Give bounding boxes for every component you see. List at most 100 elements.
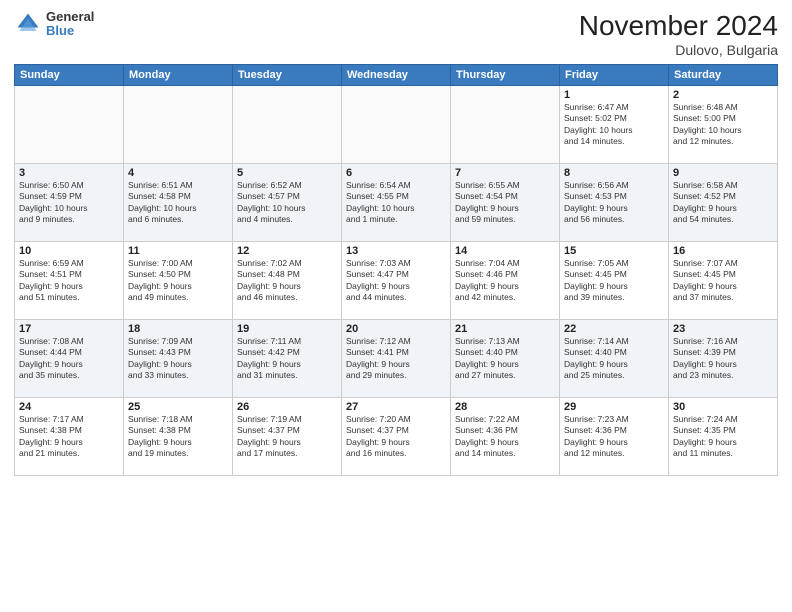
- col-sunday: Sunday: [15, 65, 124, 86]
- day-info: Sunrise: 7:08 AM Sunset: 4:44 PM Dayligh…: [19, 336, 119, 382]
- calendar: Sunday Monday Tuesday Wednesday Thursday…: [14, 64, 778, 476]
- calendar-header: Sunday Monday Tuesday Wednesday Thursday…: [15, 65, 778, 86]
- day-number: 6: [346, 167, 446, 179]
- calendar-week-3: 17Sunrise: 7:08 AM Sunset: 4:44 PM Dayli…: [15, 320, 778, 398]
- logo: General Blue: [14, 10, 94, 39]
- calendar-cell-w2-d2: 12Sunrise: 7:02 AM Sunset: 4:48 PM Dayli…: [233, 242, 342, 320]
- calendar-cell-w3-d3: 20Sunrise: 7:12 AM Sunset: 4:41 PM Dayli…: [342, 320, 451, 398]
- header: General Blue November 2024 Dulovo, Bulga…: [14, 10, 778, 58]
- calendar-cell-w0-d4: [451, 86, 560, 164]
- day-info: Sunrise: 7:20 AM Sunset: 4:37 PM Dayligh…: [346, 414, 446, 460]
- header-row: Sunday Monday Tuesday Wednesday Thursday…: [15, 65, 778, 86]
- day-number: 10: [19, 245, 119, 257]
- day-number: 4: [128, 167, 228, 179]
- day-number: 29: [564, 401, 664, 413]
- day-number: 18: [128, 323, 228, 335]
- calendar-cell-w4-d4: 28Sunrise: 7:22 AM Sunset: 4:36 PM Dayli…: [451, 398, 560, 476]
- calendar-cell-w1-d4: 7Sunrise: 6:55 AM Sunset: 4:54 PM Daylig…: [451, 164, 560, 242]
- calendar-cell-w0-d3: [342, 86, 451, 164]
- day-info: Sunrise: 7:16 AM Sunset: 4:39 PM Dayligh…: [673, 336, 773, 382]
- day-info: Sunrise: 7:11 AM Sunset: 4:42 PM Dayligh…: [237, 336, 337, 382]
- day-info: Sunrise: 7:18 AM Sunset: 4:38 PM Dayligh…: [128, 414, 228, 460]
- calendar-body: 1Sunrise: 6:47 AM Sunset: 5:02 PM Daylig…: [15, 86, 778, 476]
- location: Dulovo, Bulgaria: [579, 42, 778, 58]
- calendar-cell-w0-d1: [124, 86, 233, 164]
- calendar-cell-w3-d4: 21Sunrise: 7:13 AM Sunset: 4:40 PM Dayli…: [451, 320, 560, 398]
- day-info: Sunrise: 7:12 AM Sunset: 4:41 PM Dayligh…: [346, 336, 446, 382]
- day-number: 3: [19, 167, 119, 179]
- calendar-cell-w1-d2: 5Sunrise: 6:52 AM Sunset: 4:57 PM Daylig…: [233, 164, 342, 242]
- day-number: 22: [564, 323, 664, 335]
- day-number: 21: [455, 323, 555, 335]
- col-tuesday: Tuesday: [233, 65, 342, 86]
- calendar-cell-w4-d1: 25Sunrise: 7:18 AM Sunset: 4:38 PM Dayli…: [124, 398, 233, 476]
- day-info: Sunrise: 6:59 AM Sunset: 4:51 PM Dayligh…: [19, 258, 119, 304]
- calendar-cell-w2-d0: 10Sunrise: 6:59 AM Sunset: 4:51 PM Dayli…: [15, 242, 124, 320]
- logo-blue-text: Blue: [46, 24, 94, 38]
- calendar-cell-w1-d3: 6Sunrise: 6:54 AM Sunset: 4:55 PM Daylig…: [342, 164, 451, 242]
- day-number: 8: [564, 167, 664, 179]
- day-number: 13: [346, 245, 446, 257]
- day-info: Sunrise: 7:17 AM Sunset: 4:38 PM Dayligh…: [19, 414, 119, 460]
- calendar-cell-w2-d4: 14Sunrise: 7:04 AM Sunset: 4:46 PM Dayli…: [451, 242, 560, 320]
- calendar-cell-w0-d6: 2Sunrise: 6:48 AM Sunset: 5:00 PM Daylig…: [669, 86, 778, 164]
- day-info: Sunrise: 6:55 AM Sunset: 4:54 PM Dayligh…: [455, 180, 555, 226]
- day-number: 17: [19, 323, 119, 335]
- day-number: 7: [455, 167, 555, 179]
- calendar-cell-w1-d5: 8Sunrise: 6:56 AM Sunset: 4:53 PM Daylig…: [560, 164, 669, 242]
- day-info: Sunrise: 6:48 AM Sunset: 5:00 PM Dayligh…: [673, 102, 773, 148]
- day-info: Sunrise: 6:56 AM Sunset: 4:53 PM Dayligh…: [564, 180, 664, 226]
- calendar-cell-w3-d6: 23Sunrise: 7:16 AM Sunset: 4:39 PM Dayli…: [669, 320, 778, 398]
- day-number: 9: [673, 167, 773, 179]
- month-title: November 2024: [579, 10, 778, 42]
- calendar-week-2: 10Sunrise: 6:59 AM Sunset: 4:51 PM Dayli…: [15, 242, 778, 320]
- day-info: Sunrise: 6:54 AM Sunset: 4:55 PM Dayligh…: [346, 180, 446, 226]
- day-number: 11: [128, 245, 228, 257]
- col-thursday: Thursday: [451, 65, 560, 86]
- calendar-cell-w4-d0: 24Sunrise: 7:17 AM Sunset: 4:38 PM Dayli…: [15, 398, 124, 476]
- day-number: 24: [19, 401, 119, 413]
- calendar-cell-w0-d0: [15, 86, 124, 164]
- day-info: Sunrise: 6:52 AM Sunset: 4:57 PM Dayligh…: [237, 180, 337, 226]
- day-number: 25: [128, 401, 228, 413]
- day-number: 1: [564, 89, 664, 101]
- day-info: Sunrise: 6:51 AM Sunset: 4:58 PM Dayligh…: [128, 180, 228, 226]
- col-monday: Monday: [124, 65, 233, 86]
- calendar-week-0: 1Sunrise: 6:47 AM Sunset: 5:02 PM Daylig…: [15, 86, 778, 164]
- calendar-week-4: 24Sunrise: 7:17 AM Sunset: 4:38 PM Dayli…: [15, 398, 778, 476]
- day-info: Sunrise: 7:04 AM Sunset: 4:46 PM Dayligh…: [455, 258, 555, 304]
- calendar-cell-w0-d5: 1Sunrise: 6:47 AM Sunset: 5:02 PM Daylig…: [560, 86, 669, 164]
- day-number: 30: [673, 401, 773, 413]
- col-wednesday: Wednesday: [342, 65, 451, 86]
- calendar-cell-w4-d6: 30Sunrise: 7:24 AM Sunset: 4:35 PM Dayli…: [669, 398, 778, 476]
- calendar-cell-w4-d3: 27Sunrise: 7:20 AM Sunset: 4:37 PM Dayli…: [342, 398, 451, 476]
- day-number: 19: [237, 323, 337, 335]
- calendar-cell-w3-d0: 17Sunrise: 7:08 AM Sunset: 4:44 PM Dayli…: [15, 320, 124, 398]
- day-info: Sunrise: 7:22 AM Sunset: 4:36 PM Dayligh…: [455, 414, 555, 460]
- calendar-cell-w3-d5: 22Sunrise: 7:14 AM Sunset: 4:40 PM Dayli…: [560, 320, 669, 398]
- calendar-cell-w2-d3: 13Sunrise: 7:03 AM Sunset: 4:47 PM Dayli…: [342, 242, 451, 320]
- day-info: Sunrise: 7:13 AM Sunset: 4:40 PM Dayligh…: [455, 336, 555, 382]
- day-info: Sunrise: 7:14 AM Sunset: 4:40 PM Dayligh…: [564, 336, 664, 382]
- calendar-cell-w2-d6: 16Sunrise: 7:07 AM Sunset: 4:45 PM Dayli…: [669, 242, 778, 320]
- day-info: Sunrise: 7:09 AM Sunset: 4:43 PM Dayligh…: [128, 336, 228, 382]
- calendar-cell-w2-d5: 15Sunrise: 7:05 AM Sunset: 4:45 PM Dayli…: [560, 242, 669, 320]
- day-number: 28: [455, 401, 555, 413]
- logo-text: General Blue: [46, 10, 94, 39]
- day-number: 23: [673, 323, 773, 335]
- day-info: Sunrise: 7:00 AM Sunset: 4:50 PM Dayligh…: [128, 258, 228, 304]
- day-number: 26: [237, 401, 337, 413]
- calendar-cell-w0-d2: [233, 86, 342, 164]
- calendar-cell-w3-d1: 18Sunrise: 7:09 AM Sunset: 4:43 PM Dayli…: [124, 320, 233, 398]
- logo-general-text: General: [46, 10, 94, 24]
- day-info: Sunrise: 7:05 AM Sunset: 4:45 PM Dayligh…: [564, 258, 664, 304]
- day-info: Sunrise: 7:07 AM Sunset: 4:45 PM Dayligh…: [673, 258, 773, 304]
- day-info: Sunrise: 7:03 AM Sunset: 4:47 PM Dayligh…: [346, 258, 446, 304]
- day-number: 5: [237, 167, 337, 179]
- day-info: Sunrise: 7:23 AM Sunset: 4:36 PM Dayligh…: [564, 414, 664, 460]
- col-saturday: Saturday: [669, 65, 778, 86]
- day-number: 16: [673, 245, 773, 257]
- title-block: November 2024 Dulovo, Bulgaria: [579, 10, 778, 58]
- day-number: 2: [673, 89, 773, 101]
- logo-icon: [14, 10, 42, 38]
